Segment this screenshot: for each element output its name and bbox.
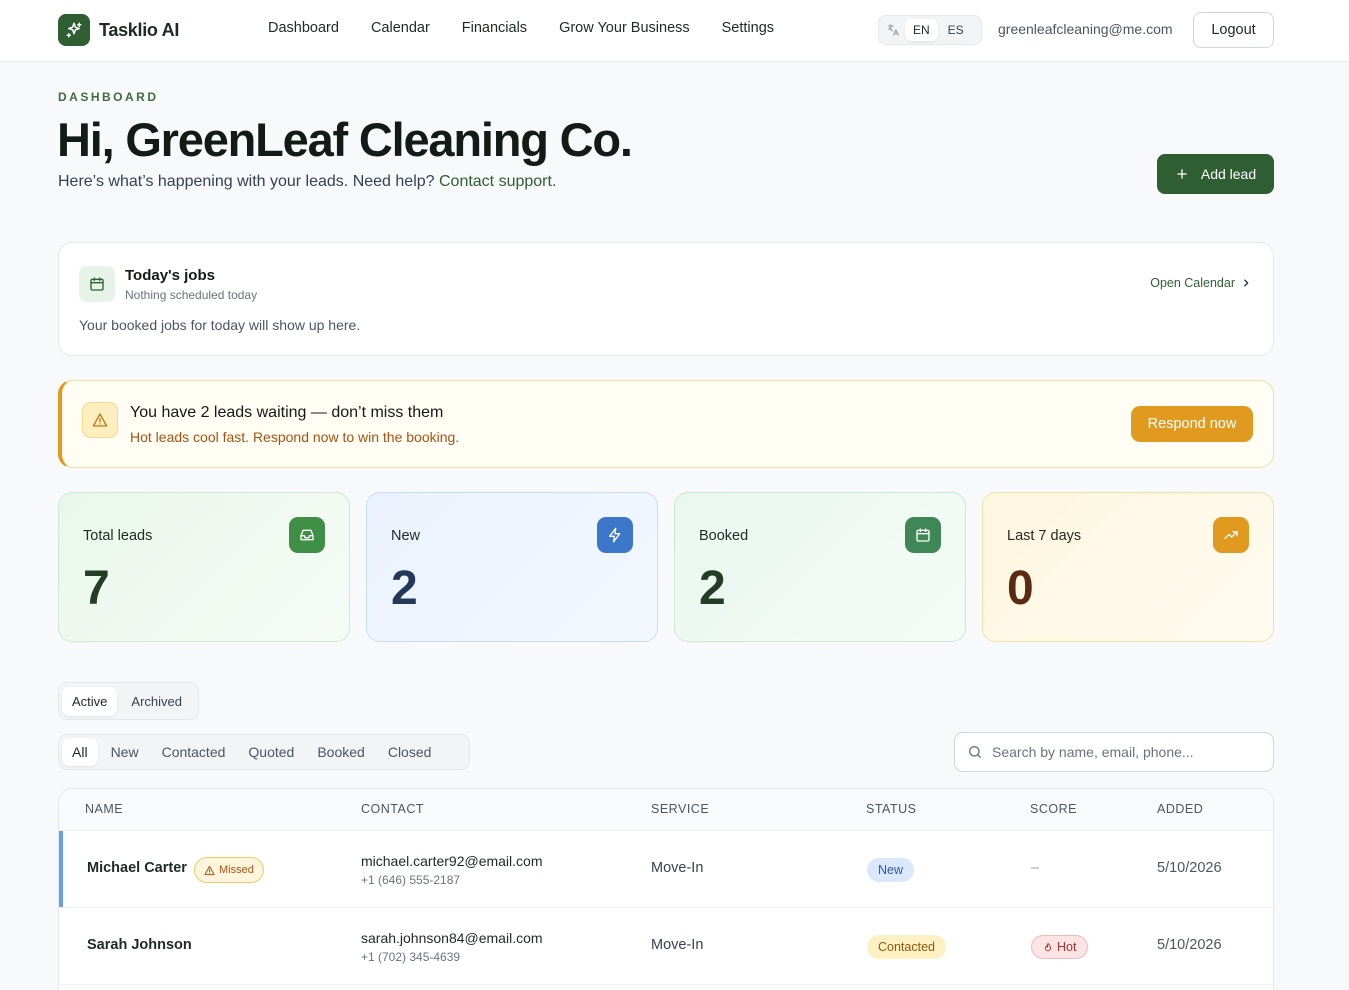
add-lead-label: Add lead	[1200, 166, 1257, 182]
lead-name: Michael Carter	[87, 860, 187, 876]
missed-badge: Missed	[194, 857, 264, 883]
stat-card-last-7-days: Last 7 days 0	[982, 492, 1274, 642]
page-subtitle: Here’s what’s happening with your leads.…	[58, 173, 556, 191]
stat-card-total-leads: Total leads 7	[58, 492, 350, 642]
plus-icon	[1177, 169, 1187, 179]
missed-label: Missed	[219, 864, 254, 876]
calendar-icon	[79, 266, 115, 302]
warning-icon	[204, 865, 215, 875]
lead-phone: +1 (646) 555-2187	[361, 873, 461, 887]
filter-closed[interactable]: Closed	[378, 738, 442, 766]
jobs-body: Your booked jobs for today will show up …	[79, 317, 361, 333]
stat-value: 0	[1007, 562, 1034, 615]
lead-email: michael.carter92@email.com	[361, 853, 543, 869]
calendar-icon	[905, 517, 941, 553]
logout-button[interactable]: Logout	[1193, 12, 1274, 48]
status-filters: All New Contacted Quoted Booked Closed	[58, 734, 470, 770]
table-row[interactable]: Michael Carter Missed michael.carter92@e…	[59, 831, 1273, 908]
add-lead-button[interactable]: Add lead	[1157, 154, 1274, 194]
logo[interactable]: Tasklio AI	[58, 14, 179, 46]
lead-name: Sarah Johnson	[87, 937, 192, 953]
search-icon	[969, 746, 981, 758]
column-header-status[interactable]: STATUS	[866, 802, 916, 816]
flame-icon	[1045, 942, 1051, 951]
column-header-name[interactable]: NAME	[85, 802, 123, 816]
logo-text: Tasklio AI	[99, 19, 180, 40]
status-badge: Contacted	[867, 935, 946, 959]
nav-dashboard[interactable]: Dashboard	[268, 20, 339, 36]
stat-label: Last 7 days	[1007, 528, 1082, 544]
page-eyebrow: DASHBOARD	[58, 90, 159, 104]
user-email: greenleafcleaning@me.com	[998, 21, 1173, 37]
table-header: NAME CONTACT SERVICE STATUS SCORE ADDED	[59, 789, 1273, 831]
filter-new[interactable]: New	[101, 738, 149, 766]
translate-icon	[883, 23, 903, 37]
todays-jobs-card: Today's jobs Nothing scheduled today You…	[58, 242, 1274, 356]
filter-quoted[interactable]: Quoted	[238, 738, 304, 766]
tab-active[interactable]: Active	[62, 686, 118, 716]
lead-added-date: 5/10/2026	[1157, 937, 1222, 953]
filter-contacted[interactable]: Contacted	[152, 738, 236, 766]
search-box	[954, 732, 1274, 772]
lead-email: sarah.johnson84@email.com	[361, 930, 543, 946]
nav-financials[interactable]: Financials	[462, 20, 527, 36]
column-header-score[interactable]: SCORE	[1030, 802, 1077, 816]
sparkle-icon	[58, 14, 90, 46]
stat-value: 2	[391, 562, 418, 615]
leads-waiting-alert: You have 2 leads waiting — don’t miss th…	[58, 380, 1274, 468]
lead-added-date: 5/10/2026	[1157, 860, 1222, 876]
open-calendar-link[interactable]: Open Calendar	[1150, 276, 1251, 290]
alert-title: You have 2 leads waiting — don’t miss th…	[130, 404, 444, 421]
page-title: Hi, GreenLeaf Cleaning Co.	[57, 113, 633, 166]
status-badge: New	[867, 858, 915, 882]
column-header-service[interactable]: SERVICE	[651, 802, 709, 816]
stat-value: 7	[83, 562, 110, 615]
filter-all[interactable]: All	[62, 738, 98, 766]
lead-service: Move-In	[651, 937, 704, 953]
bolt-icon	[597, 517, 633, 553]
alert-subtitle: Hot leads cool fast. Respond now to win …	[130, 429, 460, 445]
view-tabs: Active Archived	[58, 682, 199, 720]
nav-grow-your-business[interactable]: Grow Your Business	[559, 20, 690, 36]
lead-score: –	[1031, 860, 1040, 876]
stat-label: Booked	[699, 528, 749, 544]
column-header-added[interactable]: ADDED	[1157, 802, 1203, 816]
tab-archived[interactable]: Archived	[121, 687, 192, 716]
subtitle-text: Here’s what’s happening with your leads.…	[58, 173, 439, 190]
contact-support-link[interactable]: Contact support	[439, 173, 552, 190]
trend-up-icon	[1213, 517, 1249, 553]
score-badge: Hot	[1031, 935, 1089, 959]
open-calendar-label: Open Calendar	[1150, 276, 1235, 290]
nav-calendar[interactable]: Calendar	[371, 20, 430, 36]
warning-icon	[82, 402, 118, 438]
language-switcher: EN ES	[878, 15, 982, 45]
lang-en-button[interactable]: EN	[905, 19, 938, 41]
lead-service: Move-In	[651, 860, 704, 876]
search-input[interactable]	[992, 744, 1252, 760]
stat-card-booked: Booked 2	[674, 492, 966, 642]
lead-phone: +1 (702) 345-4639	[361, 950, 461, 964]
stat-label: Total leads	[83, 528, 153, 544]
top-bar: Tasklio AI Dashboard Calendar Financials…	[0, 0, 1349, 62]
subtitle-suffix: .	[551, 173, 557, 190]
column-header-contact[interactable]: CONTACT	[361, 802, 424, 816]
inbox-icon	[289, 517, 325, 553]
stat-value: 2	[699, 562, 726, 615]
stat-label: New	[391, 528, 421, 544]
leads-table: NAME CONTACT SERVICE STATUS SCORE ADDED …	[58, 788, 1274, 990]
nav-settings[interactable]: Settings	[722, 20, 774, 36]
filter-booked[interactable]: Booked	[307, 738, 374, 766]
stat-card-new: New 2	[366, 492, 658, 642]
jobs-subtitle: Nothing scheduled today	[125, 288, 258, 302]
table-row[interactable]: Sarah Johnson sarah.johnson84@email.com …	[59, 908, 1273, 985]
chevron-right-icon	[1244, 279, 1249, 287]
jobs-title: Today's jobs	[125, 267, 215, 284]
respond-now-button[interactable]: Respond now	[1131, 406, 1253, 442]
main-nav: Dashboard Calendar Financials Grow Your …	[268, 20, 774, 36]
score-label: Hot	[1057, 940, 1077, 954]
lang-es-button[interactable]: ES	[940, 19, 972, 41]
